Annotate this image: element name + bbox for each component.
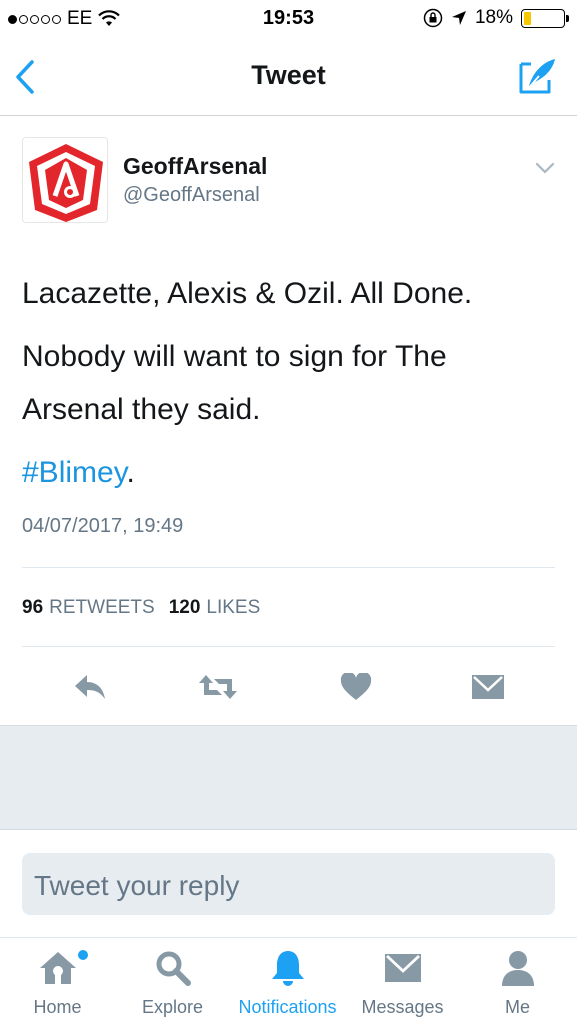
heart-icon (340, 673, 372, 700)
battery-icon (521, 8, 569, 28)
tab-me[interactable]: Me (460, 938, 575, 1024)
location-icon (451, 11, 466, 25)
likes-stat[interactable]: 120 LIKES (169, 597, 261, 619)
tab-label: Messages (361, 997, 444, 1017)
direct-message-button[interactable] (468, 670, 508, 704)
envelope-icon (383, 948, 423, 988)
reply-input[interactable]: Tweet your reply (22, 853, 555, 915)
status-right: 18% (423, 7, 569, 29)
retweets-count: 96 (22, 597, 44, 618)
page-title: Tweet (251, 60, 326, 90)
status-bar: EE 19:53 18% (0, 0, 577, 40)
reply-icon (75, 675, 105, 699)
tweet-hashtag-line: #Blimey. (22, 446, 552, 499)
tweet-stats: 96 RETWEETS 120 LIKES (22, 597, 260, 619)
avatar[interactable] (22, 137, 108, 223)
like-button[interactable] (336, 670, 376, 704)
retweet-icon (199, 675, 237, 699)
battery-percent: 18% (474, 7, 513, 28)
battery-fill (524, 11, 531, 25)
tab-label: Home (33, 997, 82, 1017)
empty-replies-area (0, 725, 577, 830)
tab-messages[interactable]: Messages (345, 938, 460, 1024)
reply-bar: Tweet your reply (0, 831, 577, 937)
retweets-label: RETWEETS (49, 597, 155, 618)
tab-label: Notifications (238, 997, 337, 1017)
tab-explore[interactable]: Explore (115, 938, 230, 1024)
tweet-text-line: Nobody will want to sign for The Arsenal… (22, 340, 447, 426)
tweet-text-line: Lacazette, Alexis & Ozil. All Done. (22, 277, 473, 310)
tweet-text: Lacazette, Alexis & Ozil. All Done. Nobo… (22, 267, 552, 509)
tab-notifications[interactable]: Notifications (230, 938, 345, 1024)
retweet-button[interactable] (198, 670, 238, 704)
tweet-actions (0, 662, 577, 712)
tab-label: Explore (141, 997, 204, 1017)
compose-icon[interactable] (517, 56, 559, 96)
tab-label: Me (504, 997, 530, 1017)
likes-count: 120 (168, 597, 201, 618)
chevron-down-icon[interactable] (535, 161, 555, 175)
display-name[interactable]: GeoffArsenal (123, 153, 267, 180)
tab-home[interactable]: Home (0, 938, 115, 1024)
hashtag-suffix: . (126, 456, 135, 489)
retweets-stat[interactable]: 96 RETWEETS (22, 597, 155, 619)
rotation-lock-icon (423, 8, 443, 28)
nav-bar: Tweet (0, 40, 577, 116)
tab-bar: Home Explore Notifications Messages Me (0, 937, 577, 1024)
user-handle[interactable]: @GeoffArsenal (123, 184, 260, 207)
tweet-detail: GeoffArsenal @GeoffArsenal Lacazette, Al… (0, 117, 577, 725)
notification-dot (78, 950, 88, 960)
reply-button[interactable] (70, 670, 110, 704)
bell-icon (268, 948, 308, 988)
arsenal-logo-icon (23, 138, 107, 222)
divider (22, 567, 555, 568)
tweet-timestamp: 04/07/2017, 19:49 (22, 515, 184, 537)
person-icon (498, 948, 538, 988)
envelope-icon (472, 675, 504, 699)
search-icon (153, 948, 193, 988)
home-icon (38, 948, 78, 988)
likes-label: LIKES (206, 597, 261, 618)
hashtag-link[interactable]: #Blimey (22, 456, 126, 489)
divider (22, 646, 555, 647)
